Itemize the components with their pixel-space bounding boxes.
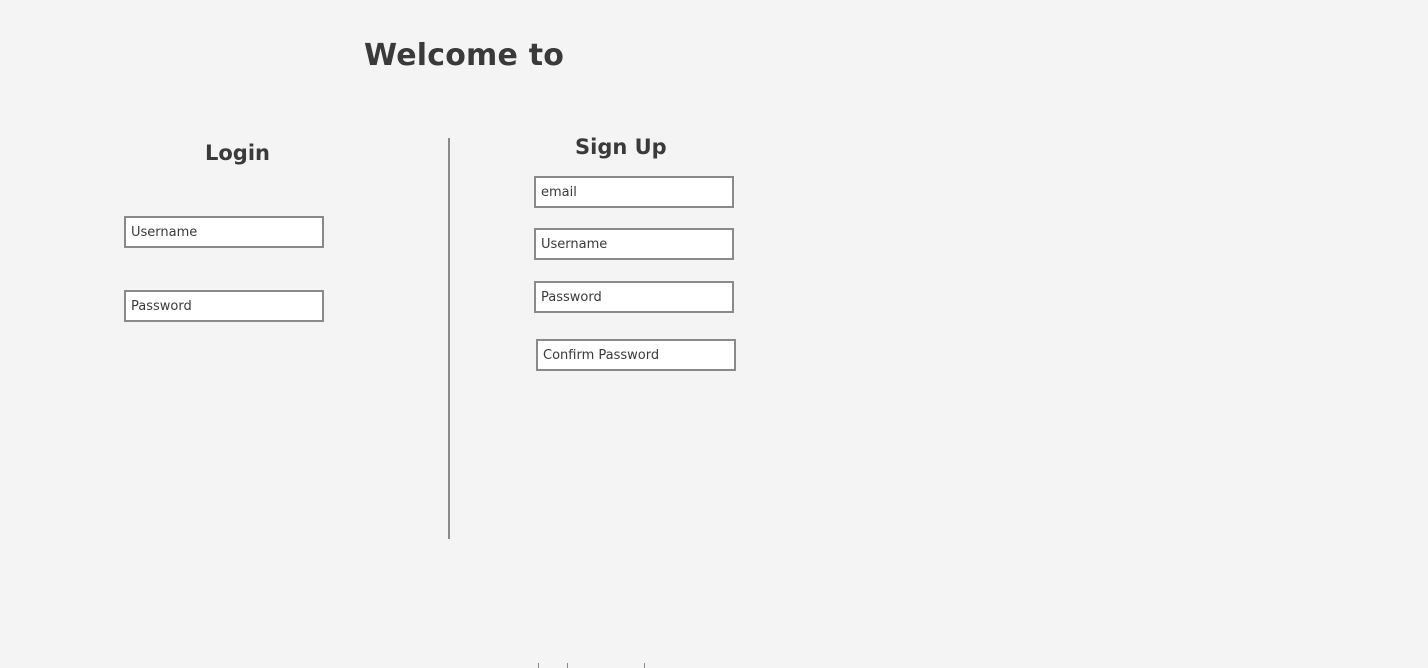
page: Welcome to Login Sign Up [0,0,1428,668]
login-heading: Login [205,141,270,165]
login-password-input[interactable] [124,290,324,322]
signup-password-input[interactable] [534,281,734,313]
partial-divider-mark [567,663,568,668]
signup-heading: Sign Up [575,135,667,159]
page-title: Welcome to [364,38,565,73]
signup-username-input[interactable] [534,228,734,260]
signup-email-input[interactable] [534,176,734,208]
partial-divider-mark [538,663,539,668]
login-username-input[interactable] [124,216,324,248]
section-divider [448,138,450,539]
partial-divider-mark [644,663,645,668]
signup-confirm-password-input[interactable] [536,339,736,371]
